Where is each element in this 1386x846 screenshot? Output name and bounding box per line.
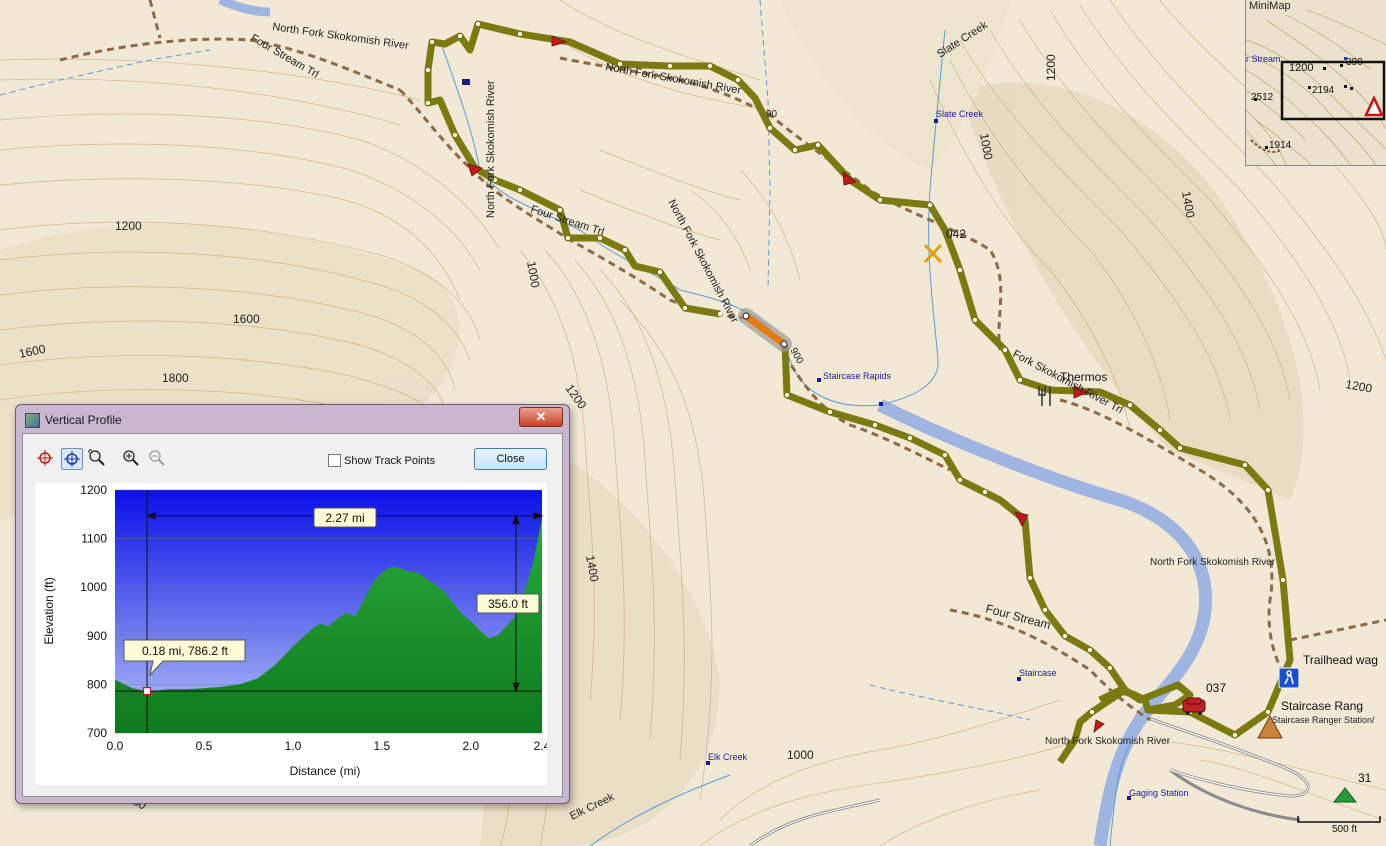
dialog-titlebar[interactable]: Vertical Profile ✕ bbox=[16, 405, 569, 433]
minimap-label: 1914 bbox=[1269, 140, 1292, 151]
elevation-chart[interactable]: 1200110010009008007000.00.51.01.52.02.4 … bbox=[35, 483, 551, 785]
y-tick-label: 1100 bbox=[81, 532, 107, 546]
crosshair-red-icon[interactable] bbox=[35, 448, 55, 468]
contour-label: 1200 bbox=[1044, 54, 1058, 81]
y-tick-label: 1000 bbox=[80, 580, 107, 594]
label-nf-river-right: North Fork Skokomish River bbox=[1150, 557, 1276, 568]
label-staircase-rang: Staircase Rang bbox=[1281, 699, 1363, 713]
x-tick-label: 0.0 bbox=[107, 739, 124, 753]
x-tick-label: 1.0 bbox=[285, 739, 302, 753]
contour-label: 1800 bbox=[162, 371, 189, 385]
label-staircase-ranger-station: Staircase Ranger Station/ bbox=[1272, 715, 1375, 725]
minimap-canvas bbox=[1246, 0, 1386, 165]
minimap-panel[interactable]: MiniMap r Stream 1200 390 2512 2194 1914 bbox=[1245, 0, 1386, 166]
trailhead-hiker-icon[interactable] bbox=[1278, 667, 1300, 689]
label-nf-river-bottom: North Fork Skokomish River bbox=[1045, 736, 1171, 747]
elevation-chart-svg: 1200110010009008007000.00.51.01.52.02.4 … bbox=[42, 483, 551, 778]
minimap-title: MiniMap bbox=[1249, 0, 1291, 12]
x-tick-label: 2.4 bbox=[534, 739, 547, 753]
x-tick-label: 0.5 bbox=[196, 739, 213, 753]
poi-gaging-station: Gaging Station bbox=[1129, 788, 1189, 798]
minimap-label: 1200 bbox=[1289, 62, 1314, 74]
window-close-button[interactable]: ✕ bbox=[519, 407, 563, 427]
poi-slate-creek: Slate Creek bbox=[936, 109, 984, 119]
distance-callout: 2.27 mi bbox=[313, 507, 377, 528]
waypoint-042: 042 bbox=[946, 227, 966, 241]
show-track-points-checkbox[interactable]: Show Track Points bbox=[328, 454, 435, 467]
zoom-in-icon[interactable] bbox=[121, 448, 141, 468]
elevation-callout: 356.0 ft bbox=[476, 593, 540, 614]
minimap-label: r Stream bbox=[1246, 54, 1281, 64]
poi-staircase: Staircase bbox=[1019, 668, 1057, 678]
y-tick-label: 1200 bbox=[80, 483, 107, 497]
vertical-profile-dialog[interactable]: Vertical Profile ✕ Show Track Points Clo… bbox=[15, 404, 570, 804]
poi-staircase-rapids: Staircase Rapids bbox=[823, 371, 892, 381]
minimap-label: 2194 bbox=[1312, 85, 1335, 96]
waypoint-90: 90 bbox=[766, 109, 778, 120]
minimap-label: 2512 bbox=[1251, 92, 1274, 103]
contour-label: 1200 bbox=[115, 219, 142, 233]
y-tick-label: 900 bbox=[87, 629, 107, 643]
contour-label: 1000 bbox=[787, 748, 814, 762]
zoom-select-icon[interactable] bbox=[87, 448, 107, 468]
zoom-out-icon[interactable] bbox=[147, 448, 167, 468]
x-axis-label: Distance (mi) bbox=[290, 764, 361, 778]
x-tick-label: 2.0 bbox=[462, 739, 479, 753]
label-thermos: Thermos bbox=[1060, 370, 1107, 384]
y-axis-label: Elevation (ft) bbox=[42, 577, 56, 644]
contour-label: 1600 bbox=[233, 312, 260, 326]
y-tick-label: 800 bbox=[87, 677, 107, 691]
x-tick-label: 1.5 bbox=[374, 739, 391, 753]
cursor-marker bbox=[142, 687, 152, 696]
y-tick-label: 700 bbox=[87, 726, 107, 740]
minimap-label: 390 bbox=[1346, 57, 1363, 68]
car-icon[interactable] bbox=[1182, 697, 1206, 715]
distance-callout-text: 2.27 mi bbox=[325, 511, 364, 525]
checkbox-box[interactable] bbox=[328, 454, 341, 467]
scale-label: 500 ft bbox=[1332, 824, 1357, 835]
waypoint-31: 31 bbox=[1358, 771, 1372, 785]
label-trailhead: Trailhead wag bbox=[1303, 653, 1378, 667]
label-nf-river-vertical: North Fork Skokomish River bbox=[485, 80, 497, 218]
show-track-points-label: Show Track Points bbox=[344, 454, 436, 467]
dialog-body: Show Track Points Close 1200 1100 1000 9… bbox=[22, 433, 563, 797]
waypoint-037: 037 bbox=[1206, 681, 1226, 695]
app-icon bbox=[25, 413, 40, 428]
dialog-title: Vertical Profile bbox=[45, 413, 122, 427]
elevation-callout-text: 356.0 ft bbox=[488, 597, 529, 611]
poi-elk-creek: Elk Creek bbox=[708, 752, 748, 762]
crosshair-blue-icon[interactable] bbox=[61, 448, 83, 470]
cursor-callout-text: 0.18 mi, 786.2 ft bbox=[142, 644, 229, 658]
close-button[interactable]: Close bbox=[474, 448, 547, 470]
